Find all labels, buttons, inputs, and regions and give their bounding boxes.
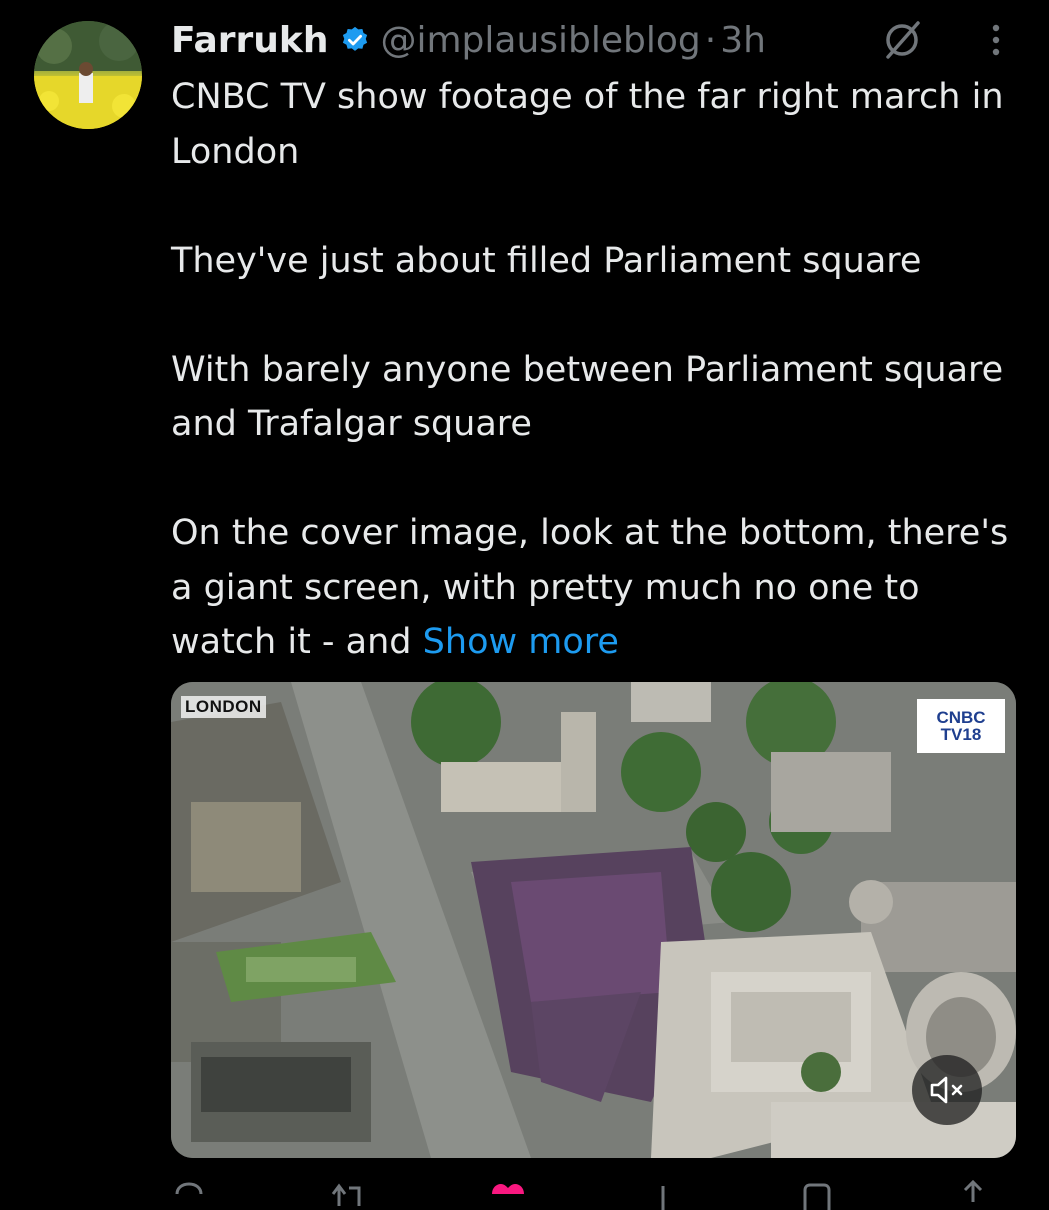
more-options-icon[interactable] bbox=[983, 14, 1009, 66]
tweet-paragraph: With barely anyone between Parliament sq… bbox=[171, 349, 1004, 445]
reply-icon bbox=[175, 1182, 203, 1195]
aerial-video-frame bbox=[171, 682, 1016, 1158]
views-icon bbox=[661, 1186, 665, 1210]
mute-button[interactable] bbox=[912, 1055, 982, 1125]
bookmark-button[interactable] bbox=[799, 1180, 835, 1210]
like-button[interactable] bbox=[488, 1180, 528, 1210]
author-name[interactable]: Farrukh bbox=[171, 20, 328, 61]
tweet-paragraph: CNBC TV show footage of the far right ma… bbox=[171, 77, 1004, 172]
channel-logo-line2: TV18 bbox=[940, 725, 982, 744]
share-button[interactable] bbox=[955, 1180, 991, 1210]
tweet-header: Farrukh @implausibleblog · 3h bbox=[171, 14, 1009, 66]
verified-badge-icon bbox=[340, 25, 370, 55]
mute-icon bbox=[930, 1076, 963, 1104]
tweet-video[interactable]: LONDON CNBC TV18 bbox=[171, 682, 1016, 1158]
show-more-link[interactable]: Show more bbox=[423, 622, 619, 662]
grok-icon[interactable] bbox=[877, 14, 927, 66]
tweet-paragraph: They've just about filled Parliament squ… bbox=[171, 240, 922, 281]
share-icon bbox=[963, 1180, 983, 1202]
tweet-text: CNBC TV show footage of the far right ma… bbox=[171, 70, 1021, 670]
bookmark-icon bbox=[803, 1183, 831, 1210]
author-handle[interactable]: @implausibleblog bbox=[380, 20, 700, 61]
retweet-button[interactable] bbox=[327, 1180, 367, 1210]
location-label: LONDON bbox=[181, 696, 266, 718]
tweet-time[interactable]: 3h bbox=[720, 20, 766, 61]
reply-button[interactable] bbox=[171, 1180, 207, 1210]
separator: · bbox=[704, 19, 717, 61]
tweet-actions bbox=[171, 1180, 991, 1210]
channel-logo-line1: CNBC bbox=[936, 708, 986, 727]
channel-logo: CNBC TV18 bbox=[917, 699, 1005, 753]
retweet-icon bbox=[332, 1183, 361, 1206]
tweet-paragraph-last: On the cover image, look at the bottom, … bbox=[171, 506, 1021, 670]
like-icon bbox=[491, 1184, 524, 1194]
avatar[interactable] bbox=[34, 21, 142, 129]
views-button[interactable] bbox=[648, 1180, 678, 1210]
